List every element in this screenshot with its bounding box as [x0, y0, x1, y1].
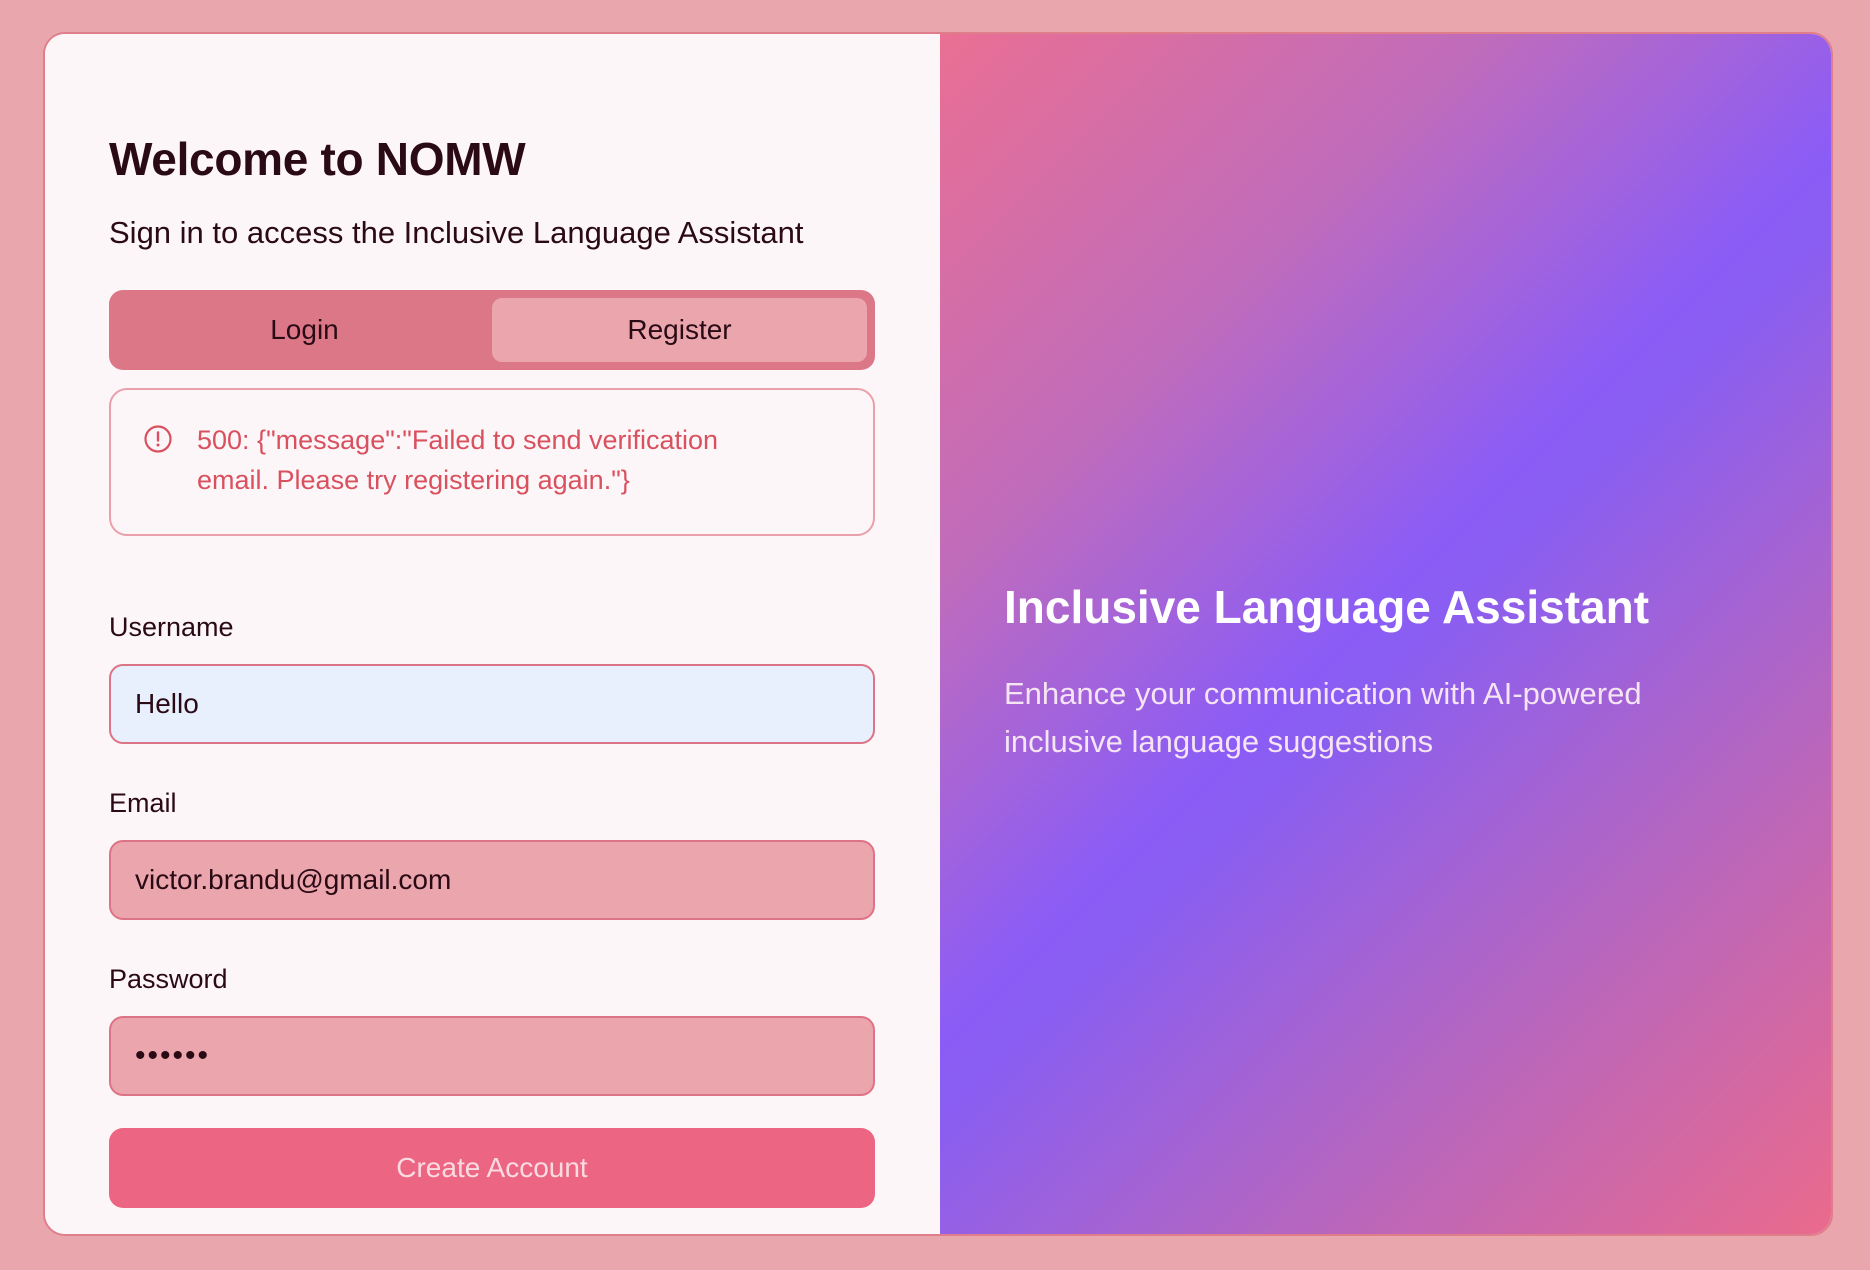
- password-input[interactable]: ••••••: [109, 1016, 875, 1096]
- hero-title: Inclusive Language Assistant: [1004, 581, 1650, 633]
- email-value: victor.brandu@gmail.com: [135, 864, 452, 895]
- username-input[interactable]: Hello: [109, 664, 875, 744]
- error-message: 500: {"message":"Failed to send verifica…: [197, 425, 719, 495]
- error-alert: 500: {"message":"Failed to send verifica…: [109, 388, 875, 536]
- hero-panel: Inclusive Language Assistant Enhance you…: [940, 34, 1831, 1234]
- auth-card: Welcome to NOMW Sign in to access the In…: [43, 32, 1833, 1236]
- username-value: Hello: [135, 688, 199, 719]
- password-value: ••••••: [135, 1039, 211, 1072]
- email-input[interactable]: victor.brandu@gmail.com: [109, 840, 875, 920]
- tab-register[interactable]: Register: [492, 298, 867, 362]
- tab-login[interactable]: Login: [117, 298, 492, 362]
- password-label: Password: [109, 964, 228, 994]
- auth-panel: Welcome to NOMW Sign in to access the In…: [45, 34, 940, 1234]
- hero-subtitle: Enhance your communication with AI-power…: [1004, 676, 1642, 759]
- auth-tabs: Login Register: [109, 290, 875, 370]
- email-label: Email: [109, 788, 177, 818]
- page-title: Welcome to NOMW: [109, 133, 526, 185]
- username-label: Username: [109, 612, 234, 642]
- create-account-button[interactable]: Create Account: [109, 1128, 875, 1208]
- alert-circle-icon: [144, 425, 172, 453]
- page-subtitle: Sign in to access the Inclusive Language…: [109, 215, 804, 250]
